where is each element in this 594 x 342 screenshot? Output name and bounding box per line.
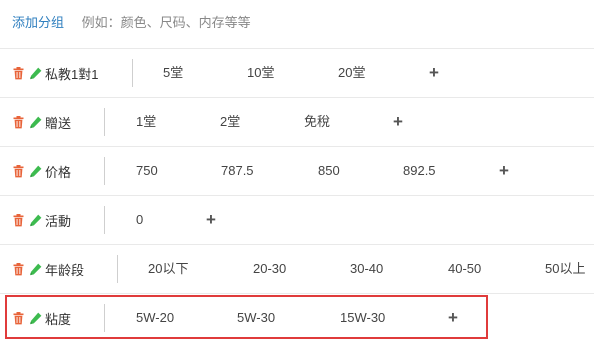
example-hint: 例如：颜色、尺码、内存等等	[81, 15, 251, 30]
spec-value[interactable]: 787.5	[221, 147, 254, 195]
row-actions: 年龄段	[12, 245, 84, 293]
spec-value[interactable]: 5W-30	[237, 294, 275, 342]
spec-value[interactable]: 50以上	[545, 245, 585, 293]
spec-value[interactable]: 0	[136, 196, 143, 244]
spec-value[interactable]: 10堂	[247, 49, 274, 97]
row-actions: 贈送	[12, 98, 71, 146]
pencil-icon[interactable]	[29, 165, 42, 178]
spec-row-viscosity: 粘度 5W-20 5W-30 15W-30 +	[0, 293, 594, 342]
spec-value[interactable]: 2堂	[220, 98, 240, 146]
row-name: 年龄段	[45, 262, 85, 278]
add-value-button[interactable]: +	[393, 98, 403, 146]
pencil-icon[interactable]	[29, 263, 42, 276]
trash-icon[interactable]	[12, 213, 25, 227]
spec-value[interactable]: 892.5	[403, 147, 436, 195]
pencil-icon[interactable]	[29, 67, 42, 80]
spec-value[interactable]: 1堂	[136, 98, 156, 146]
spec-value[interactable]: 40-50	[448, 245, 481, 293]
spec-value[interactable]: 20-30	[253, 245, 286, 293]
spec-value[interactable]: 850	[318, 147, 340, 195]
spec-row-price: 价格 750 787.5 850 892.5 +	[0, 146, 594, 195]
row-actions: 私教1對1	[12, 49, 98, 97]
spec-value[interactable]: 15W-30	[340, 294, 385, 342]
spec-value[interactable]: 5堂	[163, 49, 183, 97]
add-group-link[interactable]: 添加分组	[12, 15, 64, 30]
spec-row-activity: 活動 0 +	[0, 195, 594, 244]
divider	[104, 206, 105, 234]
row-name: 私教1對1	[45, 66, 99, 82]
trash-icon[interactable]	[12, 115, 25, 129]
spec-value[interactable]: 750	[136, 147, 158, 195]
add-value-button[interactable]: +	[206, 196, 216, 244]
trash-icon[interactable]	[12, 66, 25, 80]
divider	[117, 255, 118, 283]
spec-row-private-lesson: 私教1對1 5堂 10堂 20堂 +	[0, 48, 594, 97]
pencil-icon[interactable]	[29, 116, 42, 129]
trash-icon[interactable]	[12, 164, 25, 178]
add-value-button[interactable]: +	[429, 49, 439, 97]
spec-value[interactable]: 30-40	[350, 245, 383, 293]
divider	[104, 108, 105, 136]
row-actions: 粘度	[12, 294, 71, 342]
spec-row-age-range: 年龄段 20以下 20-30 30-40 40-50 50以上	[0, 244, 594, 293]
spec-value[interactable]: 20堂	[338, 49, 365, 97]
add-value-button[interactable]: +	[448, 294, 458, 342]
row-actions: 价格	[12, 147, 71, 195]
pencil-icon[interactable]	[29, 214, 42, 227]
spec-value[interactable]: 20以下	[148, 245, 188, 293]
divider	[104, 157, 105, 185]
row-name: 贈送	[45, 115, 72, 131]
add-value-button[interactable]: +	[499, 147, 509, 195]
trash-icon[interactable]	[12, 311, 25, 325]
group-toolbar: 添加分组 例如：颜色、尺码、内存等等	[12, 15, 251, 31]
trash-icon[interactable]	[12, 262, 25, 276]
spec-value[interactable]: 免稅	[304, 98, 330, 146]
divider	[132, 59, 133, 87]
row-actions: 活動	[12, 196, 71, 244]
spec-row-gift: 贈送 1堂 2堂 免稅 +	[0, 97, 594, 146]
spec-value[interactable]: 5W-20	[136, 294, 174, 342]
divider	[104, 304, 105, 332]
row-name: 粘度	[45, 311, 72, 327]
pencil-icon[interactable]	[29, 312, 42, 325]
row-name: 活動	[45, 213, 72, 229]
row-name: 价格	[45, 164, 72, 180]
